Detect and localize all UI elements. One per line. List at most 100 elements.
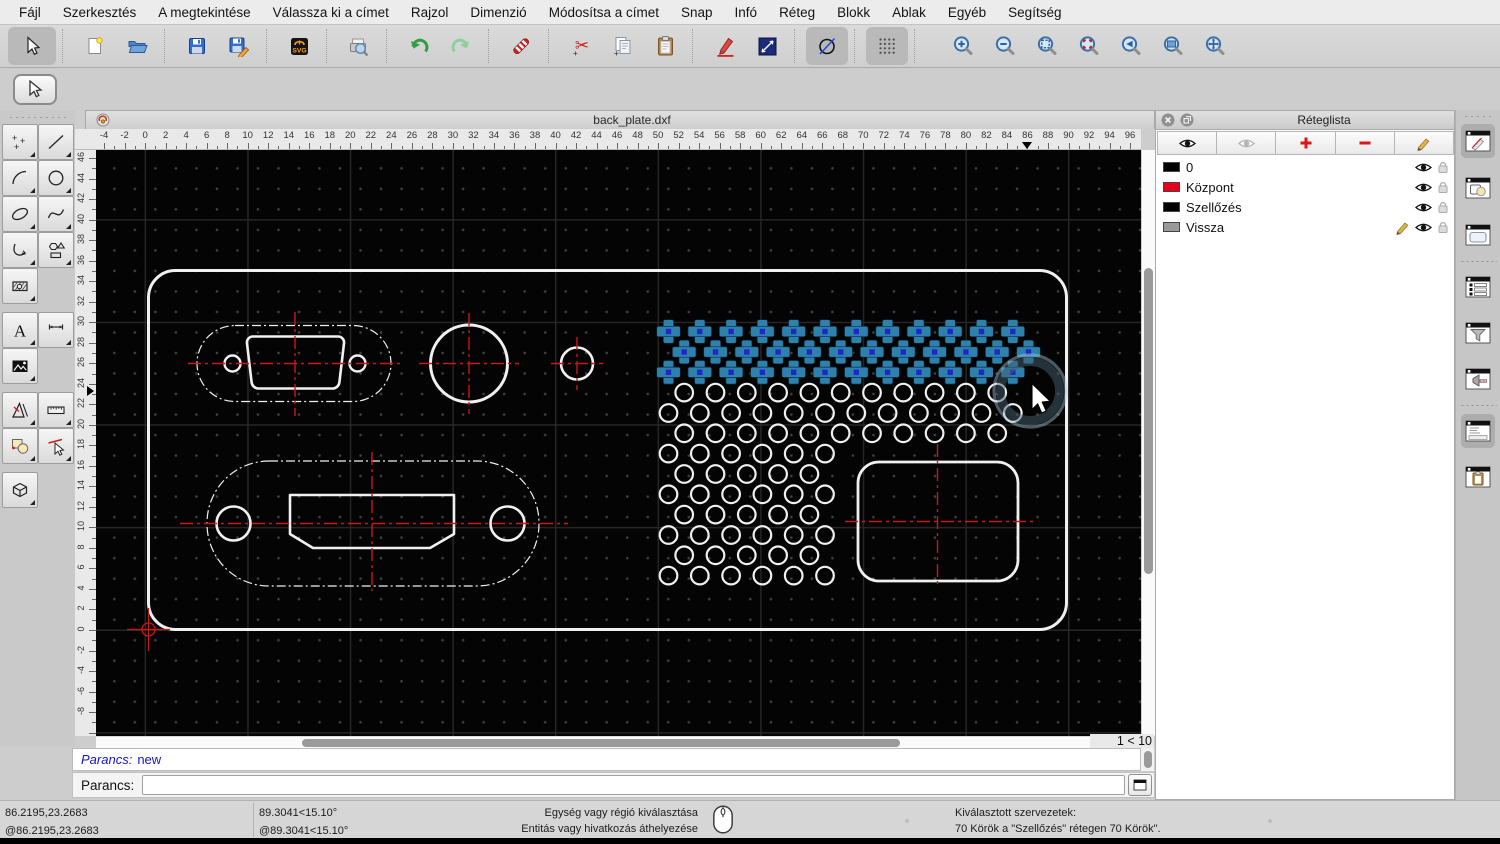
circle-tool-button[interactable] <box>806 27 848 65</box>
add-layer-plus-button[interactable] <box>1275 131 1335 155</box>
zoom-out-button[interactable] <box>984 27 1026 65</box>
canvas-vertical-scrollbar[interactable] <box>1141 150 1155 736</box>
detach-panel-icon[interactable] <box>1180 113 1194 127</box>
tool-modify-attributes-button[interactable] <box>38 428 74 464</box>
zoom-auto-button[interactable] <box>1026 27 1068 65</box>
hruler-tick <box>935 146 936 149</box>
cut-scissors-button[interactable]: ✂+ <box>560 27 602 65</box>
remove-layer-minus-button[interactable] <box>1335 131 1395 155</box>
layer-lock-icon[interactable] <box>1437 200 1449 214</box>
open-folder-button[interactable] <box>116 27 158 65</box>
filter-window-button[interactable] <box>1461 316 1495 350</box>
menu-r-teg[interactable]: Réteg <box>768 5 826 20</box>
menu-inf-[interactable]: Infó <box>724 5 769 20</box>
edit-pencil-icon[interactable] <box>1395 220 1410 235</box>
menu-dimenzi-[interactable]: Dimenzió <box>459 5 537 20</box>
svg-export-button[interactable]: SVG <box>278 27 320 65</box>
cmdhist-thumb[interactable] <box>1144 751 1152 768</box>
selection-tool-button[interactable] <box>13 74 57 105</box>
layer-visible-eye-icon[interactable] <box>1415 222 1432 233</box>
library-window-button[interactable] <box>1461 218 1495 252</box>
pen-window-button[interactable] <box>1461 124 1495 158</box>
tool-ruler-button[interactable] <box>38 392 74 428</box>
line-tool-button[interactable] <box>746 27 788 65</box>
zoom-in-button[interactable] <box>942 27 984 65</box>
close-icon[interactable] <box>1161 113 1175 127</box>
zoom-window-button[interactable] <box>1152 27 1194 65</box>
menu-rajzol[interactable]: Rajzol <box>400 5 460 20</box>
menu-egy-b[interactable]: Egyéb <box>937 5 997 20</box>
tool-ellipse-button[interactable] <box>2 196 38 232</box>
tool-dimension-button[interactable] <box>38 312 74 348</box>
layer-row-központ[interactable]: Központ <box>1156 177 1454 197</box>
select-arrow-button[interactable] <box>8 27 56 65</box>
new-file-button[interactable] <box>74 27 116 65</box>
command-window-button[interactable] <box>1461 414 1495 448</box>
tool-polyline-button[interactable] <box>2 232 38 268</box>
tool-text-button[interactable]: A <box>2 312 38 348</box>
menu-f-jl[interactable]: Fájl <box>8 5 52 20</box>
menu-ablak[interactable]: Ablak <box>881 5 937 20</box>
tool-image-button[interactable] <box>2 348 38 384</box>
vscroll-thumb[interactable] <box>1144 268 1153 574</box>
copy-button[interactable]: + <box>602 27 644 65</box>
zoom-pan-button[interactable] <box>1194 27 1236 65</box>
menu-blokk[interactable]: Blokk <box>826 5 881 20</box>
command-popout-button[interactable] <box>1128 774 1152 796</box>
layer-visible-eye-icon[interactable] <box>1415 202 1432 213</box>
layer-row-0[interactable]: 0 <box>1156 157 1454 177</box>
hscroll-thumb[interactable] <box>302 739 900 747</box>
block-window-button[interactable] <box>1461 171 1495 205</box>
hruler-tick <box>289 143 290 149</box>
tool-polygon-button[interactable] <box>38 232 74 268</box>
edit-layer-pencil-button[interactable] <box>1394 131 1454 155</box>
delete-eraser-button[interactable] <box>500 27 542 65</box>
menu-a-megtekint-se[interactable]: A megtekintése <box>147 5 261 20</box>
menu-szerkeszt-s[interactable]: Szerkesztés <box>52 5 148 20</box>
layer-panel-header[interactable]: Réteglista <box>1156 111 1454 130</box>
menu-m-dos-tsa-a-c-met[interactable]: Módosítsa a címet <box>538 5 670 20</box>
tool-modify-button[interactable] <box>2 428 38 464</box>
tool-spline-button[interactable] <box>38 196 74 232</box>
tool-arc-button[interactable] <box>2 160 38 196</box>
zoom-selection-button[interactable] <box>1068 27 1110 65</box>
tool-add-points-button[interactable]: +++ <box>2 124 38 160</box>
layer-lock-icon[interactable] <box>1437 160 1449 174</box>
layer-row-vissza[interactable]: Vissza <box>1156 217 1454 237</box>
hide-all-eye-button[interactable] <box>1216 131 1276 155</box>
view-window-button[interactable] <box>1461 362 1495 396</box>
clipboard-window-button[interactable] <box>1461 460 1495 494</box>
tool-line-button[interactable] <box>38 124 74 160</box>
tool-box-3d-button[interactable] <box>2 472 38 508</box>
menu-seg-ts-g[interactable]: Segítség <box>997 5 1072 20</box>
dock-drag-handle[interactable] <box>1463 115 1495 118</box>
tool-circle-button[interactable] <box>38 160 74 196</box>
command-input[interactable] <box>142 775 1125 795</box>
layer-visible-eye-icon[interactable] <box>1415 162 1432 173</box>
show-all-eye-button[interactable] <box>1157 131 1217 155</box>
print-preview-button[interactable] <box>338 27 380 65</box>
document-window-titlebar[interactable]: back_plate.dxf <box>85 110 1155 129</box>
canvas-horizontal-scrollbar[interactable] <box>96 736 1090 748</box>
save-button[interactable] <box>176 27 218 65</box>
layer-visible-eye-icon[interactable] <box>1415 182 1432 193</box>
command-history-scrollbar[interactable] <box>1141 748 1154 771</box>
tool-measure-button[interactable] <box>2 392 38 428</box>
layer-list-window-button[interactable] <box>1461 270 1495 304</box>
palette-drag-handle[interactable] <box>8 116 68 119</box>
layer-lock-icon[interactable] <box>1437 180 1449 194</box>
draw-pencil-button[interactable] <box>704 27 746 65</box>
grid-toggle-button[interactable] <box>866 27 908 65</box>
zoom-previous-button[interactable] <box>1110 27 1152 65</box>
hruler-tick <box>976 146 977 149</box>
layer-lock-icon[interactable] <box>1437 220 1449 234</box>
menu-snap[interactable]: Snap <box>670 5 724 20</box>
save-as-button[interactable] <box>218 27 260 65</box>
undo-button[interactable] <box>398 27 440 65</box>
redo-button[interactable] <box>440 27 482 65</box>
paste-clipboard-button[interactable] <box>644 27 686 65</box>
drawing-canvas[interactable] <box>96 150 1141 736</box>
tool-hatch-button[interactable] <box>2 268 38 304</box>
menu-v-lassza-ki-a-c-met[interactable]: Válassza ki a címet <box>262 5 400 20</box>
layer-row-szellőzés[interactable]: Szellőzés <box>1156 197 1454 217</box>
